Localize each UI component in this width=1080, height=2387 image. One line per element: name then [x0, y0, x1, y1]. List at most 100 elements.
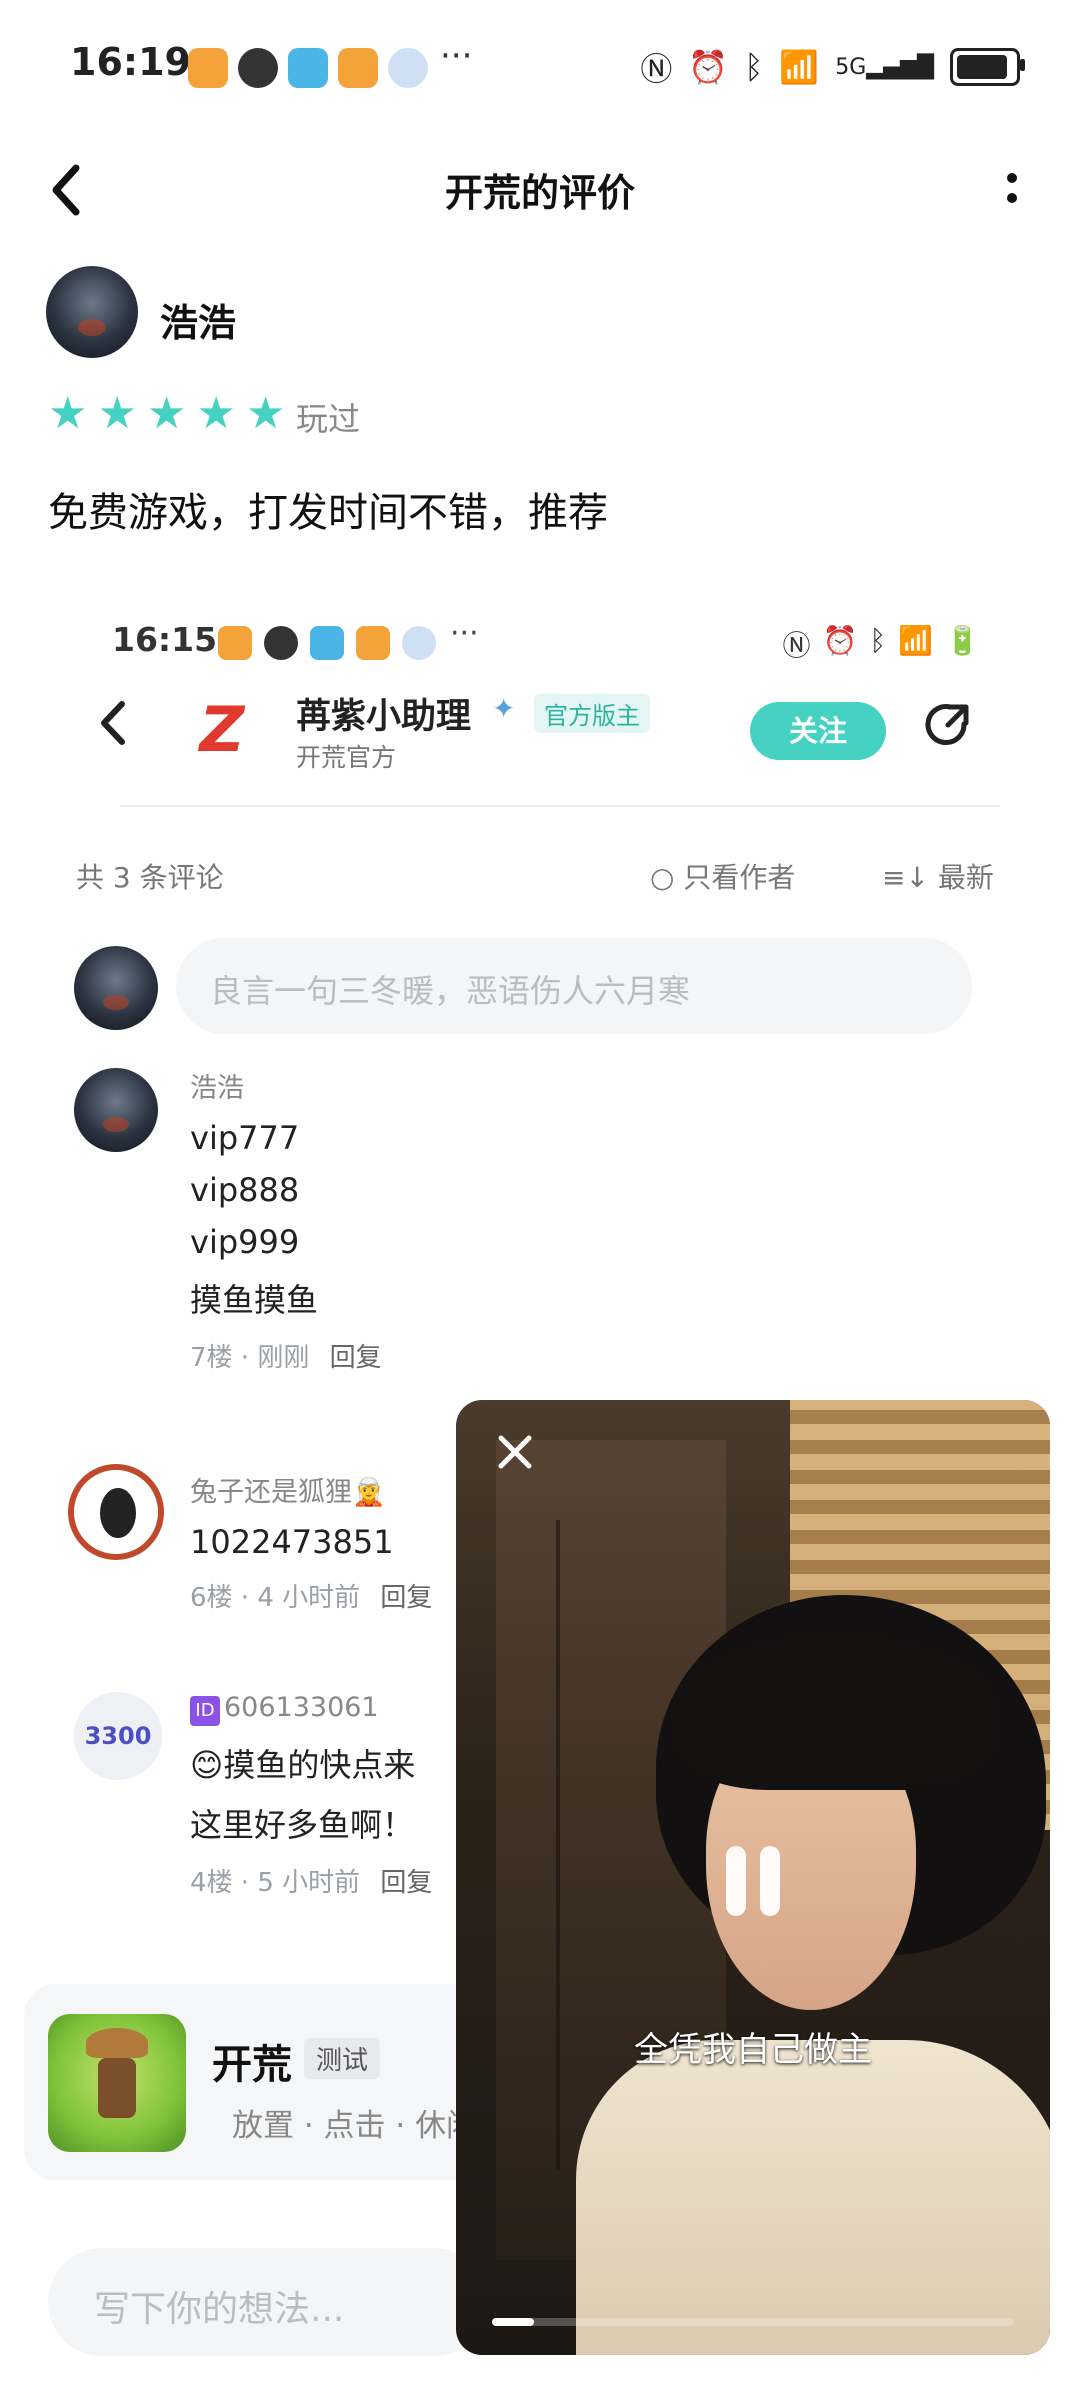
more-options-button[interactable] [1002, 160, 1022, 220]
follow-button: 关注 [750, 702, 886, 760]
message-notification-icon [238, 48, 278, 88]
comment-line: 摸鱼摸鱼 [190, 1281, 319, 1319]
rating-stars: ★ ★ ★ ★ ★ [48, 392, 285, 436]
app-notification-icon [188, 48, 228, 88]
only-author-filter: ○ 只看作者 [650, 861, 796, 894]
star-icon: ★ [245, 388, 286, 439]
star-icon: ★ [97, 388, 137, 439]
share-icon [920, 698, 974, 765]
comment-floor-time: 7楼 · 刚刚 [190, 1343, 310, 1373]
alarm-icon: ⏰ [822, 624, 858, 657]
book-notification-icon [288, 48, 328, 88]
comment-floor-time: 4楼 · 5 小时前 [190, 1868, 361, 1898]
battery-icon [950, 48, 1025, 86]
divider [120, 805, 1000, 807]
bluetooth-icon: ᛒ [869, 624, 887, 657]
message-icon [264, 626, 298, 660]
publisher-logo: Z [186, 694, 258, 766]
review-text: 免费游戏，打发时间不错，推荐 [48, 490, 608, 536]
comment-line: vip999 [190, 1223, 300, 1261]
embedded-back-icon [96, 696, 130, 763]
video-progress-fill [492, 2318, 534, 2326]
star-icon: ★ [48, 388, 88, 439]
game-genres: 放置 · 点击 · 休闲 [232, 2108, 478, 2144]
status-time: 16:19 [70, 40, 191, 84]
robot-icon [402, 626, 436, 660]
comment-user: 兔子还是狐狸🧝 [190, 1477, 386, 1508]
comment-line: 这里好多鱼啊！ [190, 1806, 415, 1844]
pause-bar-left [726, 1846, 746, 1916]
video-scene-shelf-edge [556, 1520, 560, 2170]
app-icon [356, 626, 390, 660]
embedded-notification-icons [218, 626, 436, 660]
robot-notification-icon [388, 48, 428, 88]
comment-line: 1022473851 [190, 1523, 394, 1561]
star-icon: ★ [196, 388, 236, 439]
played-label: 玩过 [296, 400, 361, 438]
nfc-icon: Ⓝ [782, 629, 811, 662]
status-bar: 16:19 ··· Ⓝ ⏰ ᛒ 📶 5G▂▄▆█ [0, 0, 1080, 130]
wifi-icon: 📶 [779, 48, 820, 86]
game-tag: 测试 [304, 2038, 381, 2079]
comment-avatar [74, 1068, 158, 1152]
comment-avatar [68, 1464, 164, 1560]
game-name[interactable]: 开荒 [212, 2032, 292, 2090]
more-notifications-icon: ··· [440, 36, 473, 76]
publisher-subtitle: 开荒官方 [296, 743, 397, 772]
comment-reply: 回复 [380, 1583, 433, 1613]
author-avatar[interactable] [46, 266, 138, 358]
comment-user: ID 606133061 [190, 1692, 432, 1726]
comment-floor-time: 6楼 · 4 小时前 [190, 1583, 361, 1613]
nfc-icon: Ⓝ [640, 50, 673, 88]
5g-signal-icon: 5G▂▄▆█ [835, 54, 934, 80]
comment-composer[interactable]: 写下你的想法... [48, 2248, 488, 2356]
page-title: 开荒的评价 [444, 171, 635, 215]
embedded-time: 16:15 [112, 620, 218, 659]
wifi-icon: 📶 [898, 624, 934, 657]
avatar-text: 3300 [84, 1722, 152, 1750]
battery-icon: 🔋 [945, 624, 980, 657]
user-avatar [74, 946, 158, 1030]
publisher-name: 苒紫小助理 [296, 697, 472, 737]
close-video-button[interactable] [490, 1430, 540, 1480]
video-subtitle: 全凭我自己做主 [634, 2030, 872, 2070]
comment-line: vip777 [190, 1119, 300, 1157]
video-progress-bar[interactable] [492, 2318, 1014, 2326]
comment-line: 😊摸鱼的快点来 [190, 1746, 416, 1784]
game-icon[interactable] [48, 2014, 186, 2152]
comment: 浩浩 vip777 vip888 vip999 摸鱼摸鱼 7楼 · 刚刚 回复 [190, 1066, 382, 1374]
alarm-icon: ⏰ [688, 48, 729, 86]
logo-glyph: Z [199, 693, 245, 766]
embedded-more-icon: ··· [450, 616, 479, 651]
video-person-shirt [576, 2040, 1050, 2355]
floating-video-player[interactable]: 全凭我自己做主 [456, 1400, 1050, 2355]
comment-user: 浩浩 [190, 1073, 244, 1104]
comment-reply: 回复 [380, 1868, 433, 1898]
app-notification-icon [338, 48, 378, 88]
comment-meta: 6楼 · 4 小时前 回复 [190, 1577, 432, 1614]
star-icon: ★ [146, 388, 187, 439]
verified-badge-icon: ✦ [492, 692, 516, 725]
video-person-bangs [671, 1630, 1001, 1790]
comment-avatar: 3300 [74, 1692, 162, 1780]
id-badge-icon: ID [190, 1696, 220, 1726]
comment-reply: 回复 [329, 1343, 382, 1373]
official-badge: 官方版主 [534, 694, 650, 733]
avatar-figure [100, 1488, 136, 1538]
sort-latest: ≡↓ 最新 [882, 861, 994, 894]
system-icons: Ⓝ ⏰ ᛒ 📶 5G▂▄▆█ [640, 44, 1025, 90]
pause-bar-right [760, 1846, 780, 1916]
pause-button[interactable] [718, 1846, 788, 1916]
comment-meta: 4楼 · 5 小时前 回复 [190, 1862, 432, 1899]
comment-meta: 7楼 · 刚刚 回复 [190, 1337, 382, 1374]
book-icon [310, 626, 344, 660]
comment-user-name: 606133061 [224, 1692, 379, 1723]
bluetooth-icon: ᛒ [744, 48, 764, 86]
vertical-dots-icon [1007, 173, 1017, 203]
comment-input: 良言一句三冬暖，恶语伤人六月寒 [176, 938, 972, 1034]
composer-placeholder: 写下你的想法... [94, 2289, 345, 2330]
comment-count: 共 3 条评论 [76, 861, 224, 894]
app-icon [218, 626, 252, 660]
author-name[interactable]: 浩浩 [160, 292, 236, 347]
comment: 兔子还是狐狸🧝 1022473851 6楼 · 4 小时前 回复 [190, 1470, 432, 1614]
